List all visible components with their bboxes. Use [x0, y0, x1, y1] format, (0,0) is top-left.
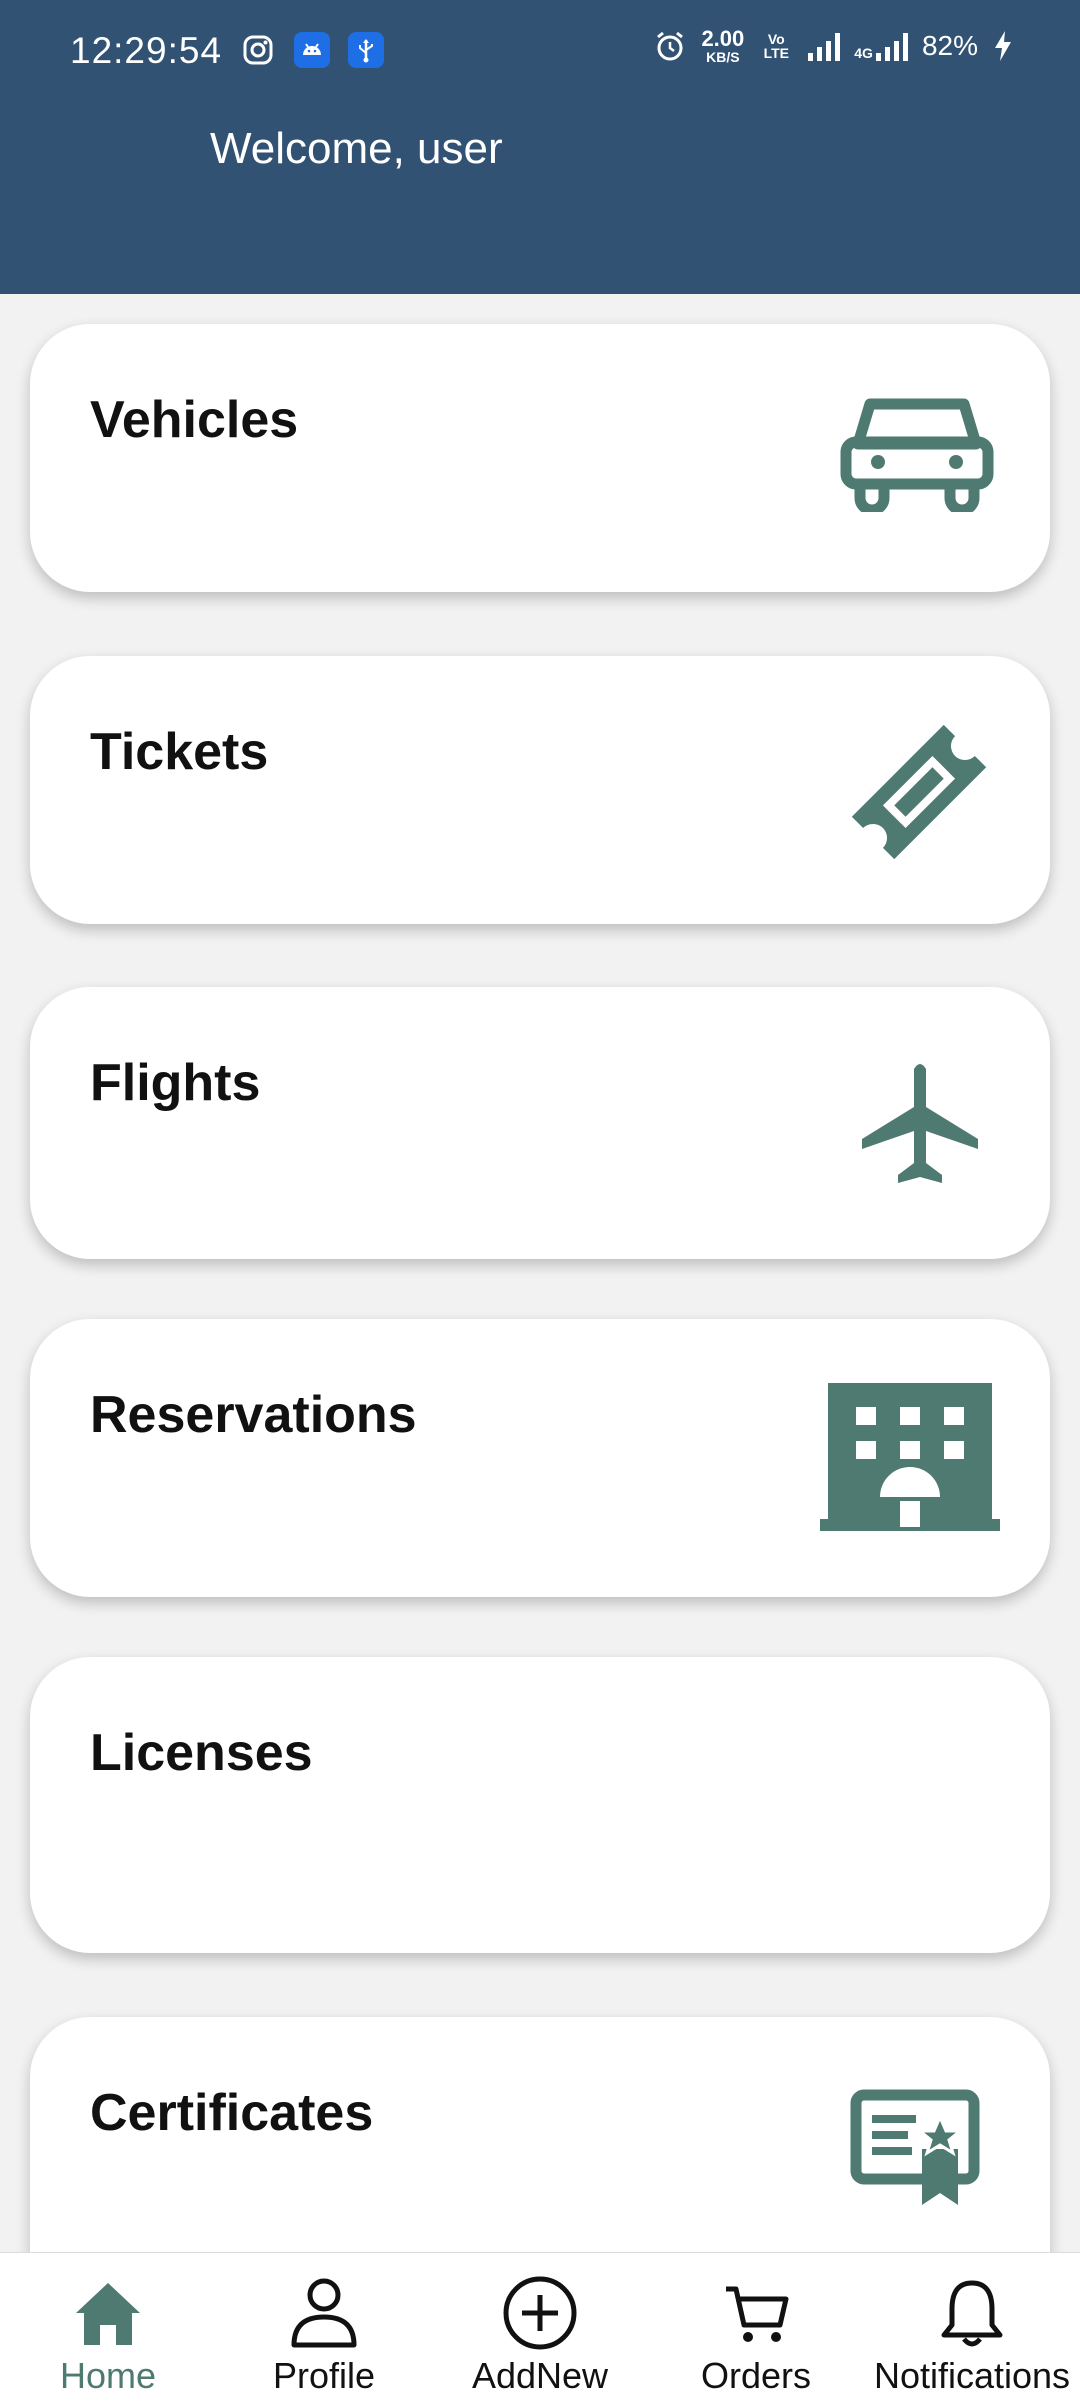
welcome-message: Welcome, user	[210, 124, 503, 173]
signal-strength-icon	[808, 31, 841, 61]
card-title: Tickets	[90, 723, 269, 781]
charging-icon	[995, 31, 1011, 61]
nav-orders[interactable]: Orders	[648, 2253, 864, 2401]
bell-icon	[941, 2280, 1003, 2347]
card-title: Certificates	[90, 2084, 374, 2142]
alarm-icon	[657, 31, 684, 61]
hotel-icon	[820, 1379, 1000, 1540]
system-status: 2.00 KB/S Vo LTE 4G 82%	[653, 28, 1014, 64]
signal-4g-icon: 4G	[854, 31, 908, 61]
nav-label: Notifications	[873, 2355, 1071, 2396]
usb-icon	[348, 32, 384, 68]
dashboard-list: Vehicles Tickets Flights Reservations Li…	[0, 294, 1080, 2252]
network-speed: 2.00 KB/S	[701, 26, 745, 65]
volte-badge: Vo LTE	[763, 31, 789, 61]
nav-label: Orders	[700, 2355, 812, 2396]
nav-label: Home	[59, 2355, 157, 2396]
instagram-icon	[240, 32, 276, 68]
card-licenses[interactable]: Licenses	[30, 1657, 1050, 1953]
status-bar: 12:29:54 2.00 KB/S Vo LTE 4G 82%	[0, 0, 1080, 110]
bottom-navigation: Home Profile AddNew Orders Notifications	[0, 2252, 1080, 2401]
certificate-icon	[850, 2089, 980, 2214]
nav-addnew[interactable]: AddNew	[432, 2253, 648, 2401]
status-time: 12:29:54	[70, 30, 223, 71]
car-icon	[840, 394, 994, 517]
airplane-icon	[850, 1059, 990, 1194]
android-icon	[294, 32, 330, 68]
card-title: Licenses	[90, 1724, 313, 1782]
ticket-icon	[844, 718, 994, 871]
add-circle-icon	[503, 2276, 577, 2350]
nav-label: AddNew	[471, 2355, 609, 2396]
card-title: Reservations	[90, 1386, 417, 1444]
card-title: Vehicles	[90, 391, 299, 449]
notification-icons	[240, 32, 384, 68]
cart-icon	[726, 2286, 789, 2342]
card-vehicles[interactable]: Vehicles	[30, 324, 1050, 592]
nav-notifications[interactable]: Notifications	[864, 2253, 1080, 2401]
nav-label: Profile	[272, 2355, 376, 2396]
home-icon	[76, 2283, 140, 2345]
card-reservations[interactable]: Reservations	[30, 1319, 1050, 1597]
nav-profile[interactable]: Profile	[216, 2253, 432, 2401]
app-header: 12:29:54 2.00 KB/S Vo LTE 4G 82% Welcome…	[0, 0, 1080, 294]
card-flights[interactable]: Flights	[30, 987, 1050, 1259]
person-icon	[291, 2278, 357, 2348]
card-tickets[interactable]: Tickets	[30, 656, 1050, 924]
nav-home[interactable]: Home	[0, 2253, 216, 2401]
battery-level: 82%	[921, 30, 978, 61]
card-certificates[interactable]: Certificates	[30, 2017, 1050, 2252]
card-title: Flights	[90, 1054, 261, 1112]
